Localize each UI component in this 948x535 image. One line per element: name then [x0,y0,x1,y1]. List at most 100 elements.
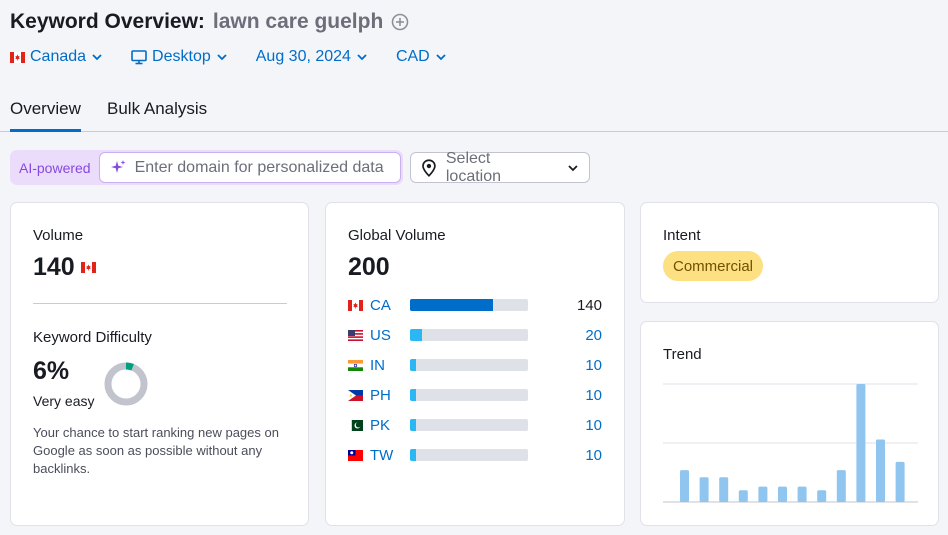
flag-india-icon [348,359,363,371]
country-row[interactable]: PH 10 [348,385,602,405]
flag-canada-icon [80,262,96,273]
kd-donut-track [104,362,148,406]
chevron-down-icon [92,54,102,61]
trend-bar[interactable] [699,477,709,502]
volume-label: Volume [33,227,84,244]
filter-bar: Canada Desktop Aug 30, 2024 CAD [10,48,475,66]
volume-value: 140 [33,253,75,281]
country-volume-value[interactable]: 10 [528,387,602,404]
ai-powered-badge: AI-powered [19,159,91,176]
country-bar-track [410,299,528,311]
flag-pakistan-icon [348,419,363,431]
currency-filter[interactable]: CAD [396,48,447,66]
flag-usa-icon [348,329,363,341]
personalization-bar: AI-powered Enter domain for personalized… [10,150,403,185]
volume-card: Volume 140 Keyword Difficulty 6% Very ea… [10,202,309,526]
desktop-icon [131,49,147,64]
country-code[interactable]: US [370,327,410,344]
country-bar-track [410,419,528,431]
trend-chart [663,383,918,503]
kd-description: Your chance to start ranking new pages o… [33,425,279,476]
card-divider [33,303,287,304]
volume-value-group: 140 [33,253,96,282]
country-bar-track [410,449,528,461]
country-volume-value[interactable]: 10 [528,417,602,434]
flag-philippines-icon [348,389,363,401]
country-bar-track [410,389,528,401]
country-volume-value[interactable]: 10 [528,447,602,464]
device-filter[interactable]: Desktop [131,48,228,66]
trend-bar[interactable] [856,384,866,502]
trend-bar[interactable] [817,490,827,502]
country-volume-value[interactable]: 20 [528,327,602,344]
country-bar-fill [410,329,422,341]
country-bar-fill [410,299,493,311]
location-pin-icon [422,158,436,177]
country-bar-fill [410,419,416,431]
country-code[interactable]: CA [370,297,410,314]
kd-donut [104,362,148,406]
chevron-down-icon [217,54,227,61]
global-volume-label: Global Volume [348,227,446,244]
location-select[interactable]: Select location [410,149,590,185]
flag-canada-icon [10,51,25,63]
flag-canada-icon [348,299,363,311]
domain-input[interactable]: Enter domain for personalized data [98,152,401,183]
country-filter-label: Canada [30,48,87,65]
country-bar-fill [410,389,416,401]
date-filter-label: Aug 30, 2024 [255,48,351,65]
country-row[interactable]: TW 10 [348,445,602,465]
trend-bar[interactable] [895,461,905,502]
chevron-down-icon [357,54,367,61]
country-code[interactable]: TW [370,447,410,464]
country-row[interactable]: CA 140 [348,295,602,315]
trend-bar[interactable] [680,470,689,502]
kd-label: Keyword Difficulty [33,329,152,346]
sparkle-icon [110,160,126,173]
date-filter[interactable]: Aug 30, 2024 [256,48,368,66]
tab-bar: Overview Bulk Analysis [0,92,948,132]
global-volume-card: Global Volume 200 CA 140 US 20 IN 10 PH 10 PK 10 T… [325,202,625,526]
keyword-text: lawn care guelph [212,10,384,33]
trend-bar[interactable] [797,486,807,502]
country-row[interactable]: IN 10 [348,355,602,375]
country-filter[interactable]: Canada [10,48,103,66]
trend-label: Trend [663,346,702,363]
country-bar-fill [410,449,416,461]
country-code[interactable]: PK [370,417,410,434]
trend-bar[interactable] [719,477,729,502]
add-keyword-icon[interactable] [391,13,409,31]
trend-bar[interactable] [738,490,748,502]
intent-label: Intent [663,227,701,244]
intent-card: Intent Commercial [640,202,939,303]
country-code[interactable]: PH [370,387,410,404]
country-row[interactable]: US 20 [348,325,602,345]
country-bar-track [410,329,528,341]
country-volume-value[interactable]: 140 [528,297,602,314]
device-filter-label: Desktop [152,48,211,65]
location-select-placeholder: Select location [445,149,502,185]
country-code[interactable]: IN [370,357,410,374]
country-bar-track [410,359,528,371]
trend-bar[interactable] [876,439,885,502]
trend-bar[interactable] [836,470,846,502]
currency-filter-label: CAD [395,48,430,65]
page-title: Keyword Overview: lawn care guelph [10,10,409,34]
trend-card: Trend [640,321,939,526]
flag-taiwan-icon [348,449,363,461]
kd-level: Very easy [33,393,95,409]
chevron-down-icon [436,54,446,61]
tab-overview[interactable]: Overview [10,99,81,132]
country-volume-value[interactable]: 10 [528,357,602,374]
global-volume-value: 200 [348,253,390,281]
kd-value: 6% [33,357,70,385]
trend-bar[interactable] [778,486,787,502]
country-row[interactable]: PK 10 [348,415,602,435]
tab-bulk-analysis[interactable]: Bulk Analysis [107,99,207,129]
chevron-down-icon [568,164,578,171]
country-bar-fill [410,359,416,371]
trend-bar[interactable] [758,486,768,502]
intent-badge[interactable]: Commercial [663,251,764,281]
domain-input-placeholder: Enter domain for personalized data [134,158,384,176]
page-title-label: Keyword Overview: [10,10,205,33]
